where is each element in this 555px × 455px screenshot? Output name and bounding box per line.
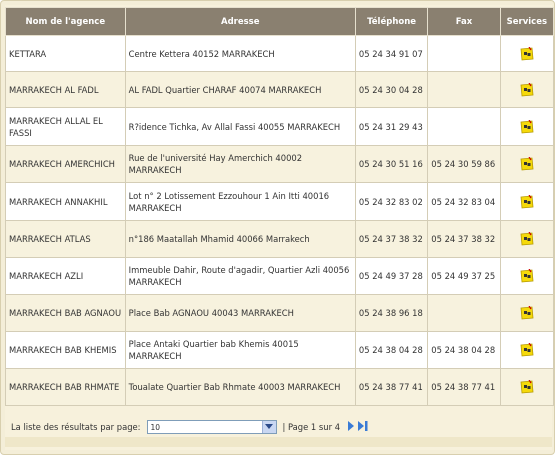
services-note-icon[interactable]: [520, 305, 534, 320]
address-cell: n°186 Maatallah Mhamid 40066 Marrakech: [124, 220, 356, 258]
services-note-icon[interactable]: [520, 268, 534, 283]
table-row: MARRAKECH ALLAL EL FASSI R?idence Tichka,…: [5, 107, 555, 146]
services-cell: [499, 35, 555, 72]
services-cell: [499, 294, 555, 332]
address-cell: Centre Kettera 40152 MARRAKECH: [124, 35, 356, 72]
column-header-phone[interactable]: Téléphone: [354, 7, 429, 36]
phone-cell: 05 24 38 96 18: [354, 294, 429, 332]
table-row: MARRAKECH BAB AGNAOU Place Bab AGNAOU 400…: [5, 294, 555, 332]
services-note-icon[interactable]: [520, 156, 534, 171]
address-cell: Lot n° 2 Lotissement Ezzouhour 1 Ain Itt…: [124, 182, 356, 221]
agency-name-cell: MARRAKECH AL FADL: [5, 71, 126, 108]
chevron-down-icon[interactable]: [261, 421, 276, 433]
bottom-strip: [5, 437, 552, 447]
services-cell: [499, 368, 555, 406]
per-page-value: 10: [150, 422, 161, 432]
services-note-icon[interactable]: [520, 82, 534, 97]
phone-cell: 05 24 32 83 02: [354, 182, 429, 221]
address-cell: Rue de l'université Hay Amerchich 40002 …: [124, 145, 356, 183]
next-page-icon[interactable]: [347, 421, 355, 433]
phone-cell: 05 24 31 29 43: [354, 107, 429, 146]
per-page-label: La liste des résultats par page:: [11, 422, 141, 432]
address-cell: Immeuble Dahir, Route d'agadir, Quartier…: [124, 257, 356, 295]
address-cell: Place Antaki Quartier bab Khemis 40015 M…: [124, 331, 356, 369]
fax-cell: 05 24 38 77 41: [427, 368, 501, 406]
table-header-row: Nom de l'agence Adresse Téléphone Fax Se…: [5, 7, 555, 36]
fax-cell: 05 24 30 59 86: [427, 145, 501, 183]
agency-table: Nom de l'agence Adresse Téléphone Fax Se…: [5, 7, 555, 406]
phone-cell: 05 24 30 51 16: [354, 145, 429, 183]
column-header-services[interactable]: Services: [499, 7, 555, 36]
services-cell: [499, 107, 555, 146]
phone-cell: 05 24 34 91 07: [354, 35, 429, 72]
agency-name-cell: MARRAKECH AMERCHICH: [5, 145, 126, 183]
table-row: MARRAKECH BAB RHMATE Toualate Quartier Ba…: [5, 368, 555, 406]
services-note-icon[interactable]: [520, 194, 534, 209]
table-row: MARRAKECH ANNAKHIL Lot n° 2 Lotissement E…: [5, 182, 555, 221]
column-header-name[interactable]: Nom de l'agence: [5, 7, 126, 36]
per-page-select[interactable]: 10: [146, 420, 277, 434]
page-info: | Page 1 sur 4: [282, 422, 341, 432]
fax-cell: [427, 35, 501, 72]
table-row: MARRAKECH AL FADL AL FADL Quartier CHARAF…: [5, 71, 555, 108]
fax-cell: 05 24 37 38 32: [427, 220, 501, 258]
agency-name-cell: MARRAKECH ATLAS: [5, 220, 126, 258]
services-cell: [499, 71, 555, 108]
agency-name-cell: KETTARA: [5, 35, 126, 72]
services-note-icon[interactable]: [520, 231, 534, 246]
pagination-bar: La liste des résultats par page: 10 | Pa…: [11, 418, 368, 436]
services-cell: [499, 182, 555, 221]
address-cell: R?idence Tichka, Av Allal Fassi 40055 MA…: [124, 107, 356, 146]
results-inner: Nom de l'agence Adresse Téléphone Fax Se…: [5, 5, 555, 450]
table-row: MARRAKECH AZLI Immeuble Dahir, Route d'ag…: [5, 257, 555, 295]
services-cell: [499, 257, 555, 295]
address-cell: AL FADL Quartier CHARAF 40074 MARRAKECH: [124, 71, 356, 108]
agency-name-cell: MARRAKECH ANNAKHIL: [5, 182, 126, 221]
fax-cell: 05 24 49 37 25: [427, 257, 501, 295]
services-note-icon[interactable]: [520, 342, 534, 357]
fax-cell: 05 24 32 83 04: [427, 182, 501, 221]
phone-cell: 05 24 49 37 28: [354, 257, 429, 295]
fax-cell: [427, 294, 501, 332]
fax-cell: [427, 107, 501, 146]
agency-name-cell: MARRAKECH BAB KHEMIS: [5, 331, 126, 369]
services-cell: [499, 220, 555, 258]
services-note-icon[interactable]: [520, 379, 534, 394]
table-row: MARRAKECH AMERCHICH Rue de l'université H…: [5, 145, 555, 183]
column-header-fax[interactable]: Fax: [427, 7, 501, 36]
results-panel: Nom de l'agence Adresse Téléphone Fax Se…: [0, 0, 555, 455]
phone-cell: 05 24 38 77 41: [354, 368, 429, 406]
address-cell: Toualate Quartier Bab Rhmate 40003 MARRA…: [124, 368, 356, 406]
table-row: KETTARA Centre Kettera 40152 MARRAKECH 05 …: [5, 35, 555, 72]
phone-cell: 05 24 37 38 32: [354, 220, 429, 258]
agency-name-cell: MARRAKECH AZLI: [5, 257, 126, 295]
services-cell: [499, 331, 555, 369]
phone-cell: 05 24 38 04 28: [354, 331, 429, 369]
agency-name-cell: MARRAKECH ALLAL EL FASSI: [5, 107, 126, 146]
phone-cell: 05 24 30 04 28: [354, 71, 429, 108]
services-cell: [499, 145, 555, 183]
address-cell: Place Bab AGNAOU 40043 MARRAKECH: [124, 294, 356, 332]
fax-cell: 05 24 38 04 28: [427, 331, 501, 369]
column-header-address[interactable]: Adresse: [124, 7, 356, 36]
fax-cell: [427, 71, 501, 108]
table-row: MARRAKECH BAB KHEMIS Place Antaki Quartie…: [5, 331, 555, 369]
last-page-icon[interactable]: [358, 421, 368, 433]
agency-name-cell: MARRAKECH BAB AGNAOU: [5, 294, 126, 332]
agency-name-cell: MARRAKECH BAB RHMATE: [5, 368, 126, 406]
services-note-icon[interactable]: [520, 46, 534, 61]
services-note-icon[interactable]: [520, 119, 534, 134]
table-row: MARRAKECH ATLAS n°186 Maatallah Mhamid 40…: [5, 220, 555, 258]
